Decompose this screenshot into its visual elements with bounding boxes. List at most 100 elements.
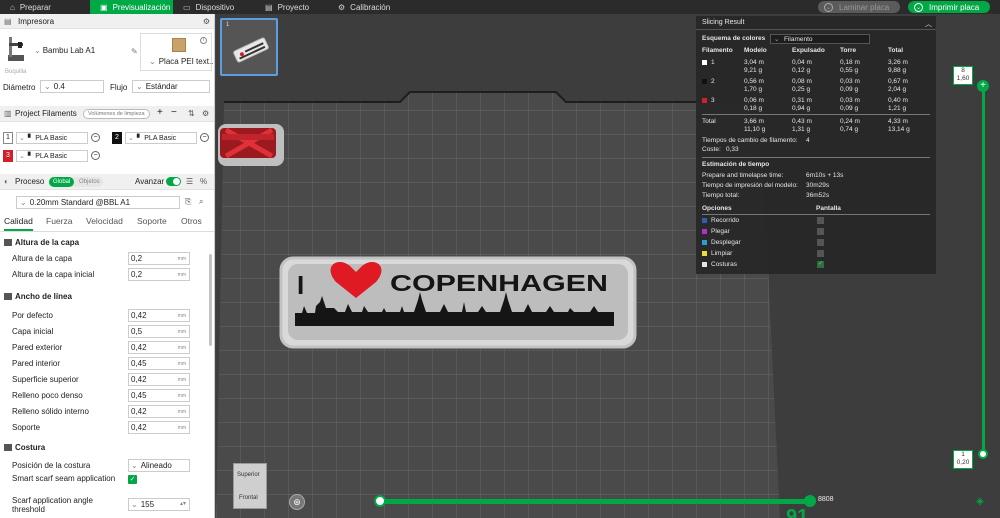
- seam-icon: [4, 444, 12, 451]
- search-icon[interactable]: ⌕: [199, 197, 203, 207]
- setting-input[interactable]: 0,42 mm: [128, 309, 190, 322]
- setting-input[interactable]: 0,42 mm: [128, 405, 190, 418]
- filament-select[interactable]: ⌄ ▘ PLA Basic: [125, 132, 197, 144]
- setting-unit: mm: [177, 361, 186, 367]
- filament-swatch: [702, 60, 707, 65]
- printer-select[interactable]: ⌄ Bambu Lab A1: [34, 46, 95, 55]
- divider: [702, 214, 930, 215]
- info-icon[interactable]: i: [200, 37, 207, 44]
- option-checkbox[interactable]: [817, 228, 824, 235]
- setting-input[interactable]: 0,45 mm: [128, 389, 190, 402]
- chevron-down-icon[interactable]: ⌄: [824, 2, 833, 12]
- setting-label: Relleno poco denso: [12, 391, 83, 400]
- objects-option[interactable]: Objetos: [79, 177, 100, 187]
- print-plate-button[interactable]: ⌄ Imprimir placa: [908, 1, 990, 13]
- cell: 0,43 m: [792, 118, 812, 125]
- advanced-toggle[interactable]: [166, 177, 181, 186]
- add-icon[interactable]: +: [157, 107, 163, 118]
- chevron-down-icon: ⌄: [131, 500, 138, 509]
- remove-filament-icon[interactable]: −: [91, 133, 100, 142]
- view-cube-front[interactable]: Frontal: [239, 495, 258, 501]
- setting-input[interactable]: 0,42 mm: [128, 421, 190, 434]
- filament-select[interactable]: ⌄ ▘ PLA Basic: [16, 132, 88, 144]
- chevron-down-icon[interactable]: ⌄: [914, 2, 923, 12]
- setting-input[interactable]: 0,45 mm: [128, 357, 190, 370]
- model-word: COPENHAGEN: [390, 270, 608, 296]
- layer-slider[interactable]: [982, 85, 985, 455]
- cell: 1,31 g: [792, 126, 811, 133]
- global-option[interactable]: Global: [49, 177, 75, 187]
- gear-icon[interactable]: ⚙: [202, 109, 209, 118]
- collapse-icon[interactable]: ︿: [925, 19, 932, 29]
- tab-calidad[interactable]: Calidad: [4, 216, 33, 231]
- cell: 0,18 g: [744, 105, 763, 112]
- scarf-angle-input[interactable]: ⌄ 155 ▴▾: [128, 498, 190, 511]
- seam-position-select[interactable]: ⌄ Alineado: [128, 459, 190, 472]
- percent-icon[interactable]: %: [200, 177, 207, 186]
- gear-icon[interactable]: ⚙: [203, 17, 210, 26]
- option-checkbox[interactable]: [817, 250, 824, 257]
- divider: [702, 114, 930, 115]
- color-scheme-select[interactable]: ⌄ Filamento: [770, 34, 870, 44]
- tab-fuerza[interactable]: Fuerza: [46, 216, 72, 226]
- plate-thumbnail[interactable]: 1: [220, 18, 278, 76]
- remove-filament-icon[interactable]: −: [200, 133, 209, 142]
- tab-proyecto[interactable]: ▤ Proyecto: [255, 0, 328, 14]
- setting-input[interactable]: 0,2 mm: [128, 268, 190, 281]
- tab-previsualizacion[interactable]: ▣ Previsualización: [90, 0, 173, 14]
- option-swatch: [702, 262, 707, 267]
- tab-soporte[interactable]: Soporte: [137, 216, 167, 226]
- global-objects-switch[interactable]: Global Objetos: [49, 177, 103, 187]
- save-icon[interactable]: ⎘: [185, 197, 191, 207]
- process-icon: ◐: [4, 177, 9, 186]
- flow-select[interactable]: ⌄ Estándar: [132, 80, 210, 93]
- purge-volumes-button[interactable]: Volúmenes de limpieza: [83, 109, 150, 119]
- tab-dispositivo[interactable]: ▭ Dispositivo: [173, 0, 255, 14]
- option-checkbox[interactable]: ✓: [817, 261, 824, 268]
- option-checkbox[interactable]: [817, 239, 824, 246]
- slice-plate-button[interactable]: ⌄ Laminar placa: [818, 1, 900, 13]
- layers-icon[interactable]: ◈: [976, 496, 988, 508]
- settings-tabs: Calidad Fuerza Velocidad Soporte Otros: [0, 212, 214, 232]
- edit-icon[interactable]: ✎: [131, 47, 138, 56]
- setting-input[interactable]: 0,2 mm: [128, 252, 190, 265]
- move-slider[interactable]: [380, 499, 810, 504]
- plate-select[interactable]: i ⌄ Placa PEI text...: [140, 33, 214, 71]
- move-start-handle[interactable]: [374, 495, 386, 507]
- printer-name: Bambu Lab A1: [42, 46, 96, 55]
- tab-calibracion[interactable]: ⚙ Calibración: [328, 0, 418, 14]
- view-cube[interactable]: Superior Frontal: [233, 463, 267, 509]
- diameter-select[interactable]: ⌄ 0.4: [40, 80, 104, 93]
- bottom-layer-handle[interactable]: [978, 449, 988, 459]
- tab-preparar[interactable]: ⌂ Preparar: [0, 0, 90, 14]
- setting-input[interactable]: 0,42 mm: [128, 373, 190, 386]
- chevron-down-icon: ⌄: [44, 82, 51, 91]
- view-cube-top[interactable]: Superior: [237, 472, 260, 478]
- filament-id: 3: [711, 97, 715, 104]
- tab-otros[interactable]: Otros: [181, 216, 202, 226]
- top-layer-handle[interactable]: +: [977, 80, 989, 92]
- slicing-result-title: Slicing Result: [702, 19, 745, 26]
- cell: 0,94 g: [792, 105, 811, 112]
- setting-input[interactable]: 0,5 mm: [128, 325, 190, 338]
- settings-scrollbar[interactable]: [209, 254, 212, 346]
- prepare-time-label: Prepare and timelapse time:: [702, 172, 784, 179]
- cell: 4,33 m: [888, 118, 908, 125]
- scarf-seam-checkbox[interactable]: ✓: [128, 475, 137, 484]
- remove-filament-icon[interactable]: −: [91, 151, 100, 160]
- filament-select[interactable]: ⌄ ▘ PLA Basic: [16, 150, 88, 162]
- list-icon[interactable]: ☰: [186, 177, 193, 186]
- filament-changes-value: 4: [806, 137, 810, 144]
- option-swatch: [702, 251, 707, 256]
- option-checkbox[interactable]: [817, 217, 824, 224]
- orbit-icon[interactable]: ⊛: [289, 494, 305, 510]
- remove-icon[interactable]: −: [171, 107, 177, 118]
- tab-velocidad[interactable]: Velocidad: [86, 216, 123, 226]
- stepper-icon[interactable]: ▴▾: [180, 500, 186, 507]
- setting-label: Smart scarf seam application: [12, 474, 116, 483]
- process-preset-select[interactable]: ⌄ 0.20mm Standard @BBL A1: [16, 196, 180, 209]
- sync-icon[interactable]: ⇅: [188, 109, 195, 118]
- cell: 0,04 m: [792, 59, 812, 66]
- setting-input[interactable]: 0,42 mm: [128, 341, 190, 354]
- cell: 0,18 m: [840, 59, 860, 66]
